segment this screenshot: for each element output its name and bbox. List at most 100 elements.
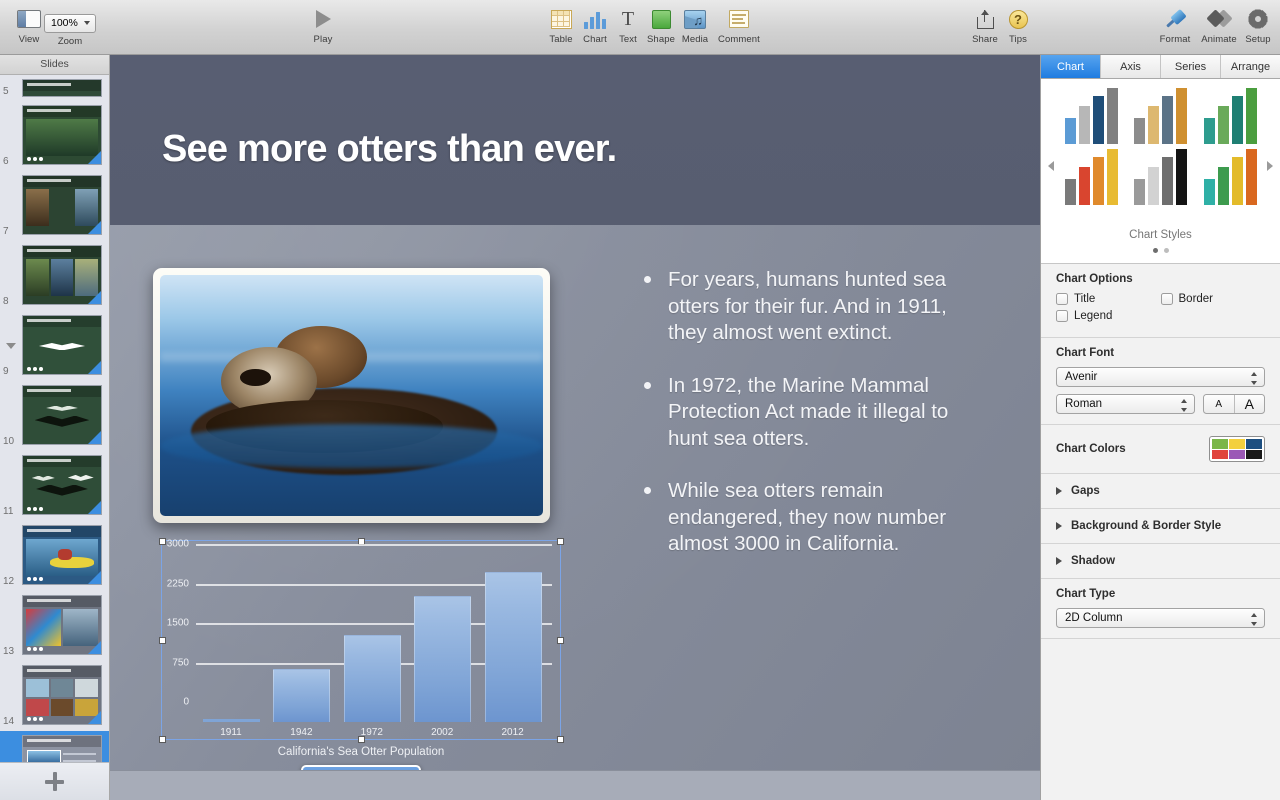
pager-dot[interactable]	[1164, 248, 1169, 253]
disclosure-background-border-style[interactable]: Background & Border Style	[1041, 509, 1280, 544]
tips-button[interactable]: ? Tips	[989, 6, 1047, 45]
chart-styles-picker[interactable]: Chart Styles	[1041, 79, 1280, 264]
otter-photo[interactable]	[160, 275, 543, 516]
slide-thumbnail-9[interactable]: 9	[0, 311, 109, 381]
chart-font-section: Chart Font Avenir Roman A A	[1041, 338, 1280, 425]
chart-style-bar	[1065, 118, 1076, 144]
chart-bar[interactable]	[485, 572, 542, 722]
chart-style-option-1[interactable]	[1061, 87, 1122, 144]
slide-thumbnail-11[interactable]: 11	[0, 451, 109, 521]
increase-font-size-button[interactable]: A	[1235, 395, 1265, 413]
setup-button[interactable]: Setup	[1229, 6, 1280, 45]
thumbnail-build-dots	[27, 647, 43, 651]
chart-bar[interactable]	[203, 719, 260, 722]
slide-number: 7	[3, 226, 9, 237]
chart-options-title: Chart Options	[1056, 273, 1265, 285]
chart-x-axis-label: 2012	[483, 727, 543, 738]
slide-thumbnail-image	[22, 315, 102, 375]
checkbox-border[interactable]: Border	[1161, 293, 1266, 305]
chart-style-option-5[interactable]	[1130, 148, 1191, 205]
pager-dot[interactable]	[1153, 248, 1158, 253]
bullet-item-3[interactable]: While sea otters remain endangered, they…	[630, 478, 960, 558]
insert-comment-button[interactable]: Comment	[710, 6, 768, 45]
chart-styles-pager[interactable]	[1041, 248, 1280, 253]
photo-frame[interactable]	[153, 268, 550, 523]
chart-style-option-4[interactable]	[1061, 148, 1122, 205]
group-collapse-triangle-icon[interactable]	[6, 343, 16, 349]
bullet-dot-icon	[644, 276, 651, 283]
slide-thumbnail-7[interactable]: 7	[0, 171, 109, 241]
thumbnail-transition-corner	[88, 221, 101, 234]
chart-object[interactable]: 075015002250300019111942197220022012 Cal…	[150, 535, 560, 755]
chart-bar[interactable]	[414, 596, 471, 722]
chart-type-select[interactable]: 2D Column	[1056, 608, 1265, 628]
checkbox-legend[interactable]: Legend	[1056, 310, 1164, 322]
bullet-item-2[interactable]: In 1972, the Marine Mammal Protection Ac…	[630, 373, 960, 453]
slide-thumbnail-13[interactable]: 13	[0, 591, 109, 661]
inspector-tabs[interactable]: ChartAxisSeriesArrange	[1041, 55, 1280, 79]
inspector-tab-series[interactable]: Series	[1161, 55, 1221, 78]
selection-handle[interactable]	[557, 637, 564, 644]
slide-navigator[interactable]: Slides 56789101112131415	[0, 55, 110, 800]
slide-thumbnail-12[interactable]: 12	[0, 521, 109, 591]
chart-type-title: Chart Type	[1056, 588, 1265, 600]
slide-thumbnail-5[interactable]: 5	[0, 75, 109, 101]
format-inspector[interactable]: ChartAxisSeriesArrange Chart Styles Char…	[1040, 55, 1280, 800]
thumbnail-title-bar	[23, 596, 101, 607]
slide-title[interactable]: See more otters than ever.	[162, 128, 616, 171]
thumbnail-title-bar	[23, 736, 101, 747]
bullet-list[interactable]: For years, humans hunted sea otters for …	[630, 267, 960, 584]
slide-thumbnail-8[interactable]: 8	[0, 241, 109, 311]
selection-handle[interactable]	[557, 736, 564, 743]
bullet-item-1[interactable]: For years, humans hunted sea otters for …	[630, 267, 960, 347]
chart-colors-swatch-button[interactable]	[1209, 436, 1265, 462]
chevron-left-icon[interactable]	[1048, 161, 1054, 171]
chart-style-grid[interactable]	[1061, 87, 1261, 205]
slide-number: 5	[3, 86, 9, 97]
thumbnail-transition-corner	[88, 291, 101, 304]
chevron-down-icon	[84, 21, 90, 25]
selection-handle[interactable]	[159, 637, 166, 644]
slide-number: 6	[3, 156, 9, 167]
slide-thumbnail-14[interactable]: 14	[0, 661, 109, 731]
color-chip	[1229, 450, 1245, 460]
chevron-right-icon[interactable]	[1267, 161, 1273, 171]
inspector-tab-chart[interactable]: Chart	[1041, 55, 1101, 78]
chart-y-axis-label: 2250	[167, 578, 189, 589]
decrease-font-size-button[interactable]: A	[1204, 395, 1235, 413]
font-family-select[interactable]: Avenir	[1056, 367, 1265, 387]
slide-thumbnail-6[interactable]: 6	[0, 101, 109, 171]
font-size-buttons[interactable]: A A	[1203, 394, 1265, 414]
inspector-tab-arrange[interactable]: Arrange	[1221, 55, 1280, 78]
thumbnail-transition-corner	[88, 151, 101, 164]
add-slide-button[interactable]	[0, 762, 109, 800]
checkbox-title[interactable]: Title	[1056, 293, 1161, 305]
inspector-tab-axis[interactable]: Axis	[1101, 55, 1161, 78]
slide-surface[interactable]: See more otters than ever. For years, hu…	[110, 55, 1040, 770]
chart-style-option-2[interactable]	[1130, 87, 1191, 144]
slide-thumbnail-list[interactable]: 56789101112131415	[0, 75, 109, 780]
checkbox-box	[1056, 310, 1068, 322]
thumbnail-title-bar	[23, 106, 101, 117]
chart-style-bar	[1246, 88, 1257, 144]
chart-bar[interactable]	[273, 669, 330, 722]
slide-canvas[interactable]: See more otters than ever. For years, hu…	[110, 55, 1040, 800]
chart-bar[interactable]	[344, 635, 401, 722]
chart-style-bar	[1079, 106, 1090, 144]
plus-icon	[45, 772, 64, 791]
font-style-select[interactable]: Roman	[1056, 394, 1195, 414]
zoom-popup-button[interactable]: 100%	[44, 14, 96, 33]
slide-thumbnail-image	[22, 455, 102, 515]
keynote-window: View 100% Zoom Play Table Chart T Text	[0, 0, 1280, 800]
disclosure-shadow[interactable]: Shadow	[1041, 544, 1280, 579]
slide-thumbnail-image	[22, 245, 102, 305]
chart-style-option-3[interactable]	[1200, 87, 1261, 144]
slide-thumbnail-10[interactable]: 10	[0, 381, 109, 451]
selection-handle[interactable]	[159, 736, 166, 743]
selection-handle[interactable]	[557, 538, 564, 545]
selection-handle[interactable]	[159, 538, 166, 545]
disclosure-gaps[interactable]: Gaps	[1041, 474, 1280, 509]
chart-style-option-6[interactable]	[1200, 148, 1261, 205]
color-chip	[1229, 439, 1245, 449]
play-button[interactable]: Play	[294, 6, 352, 45]
